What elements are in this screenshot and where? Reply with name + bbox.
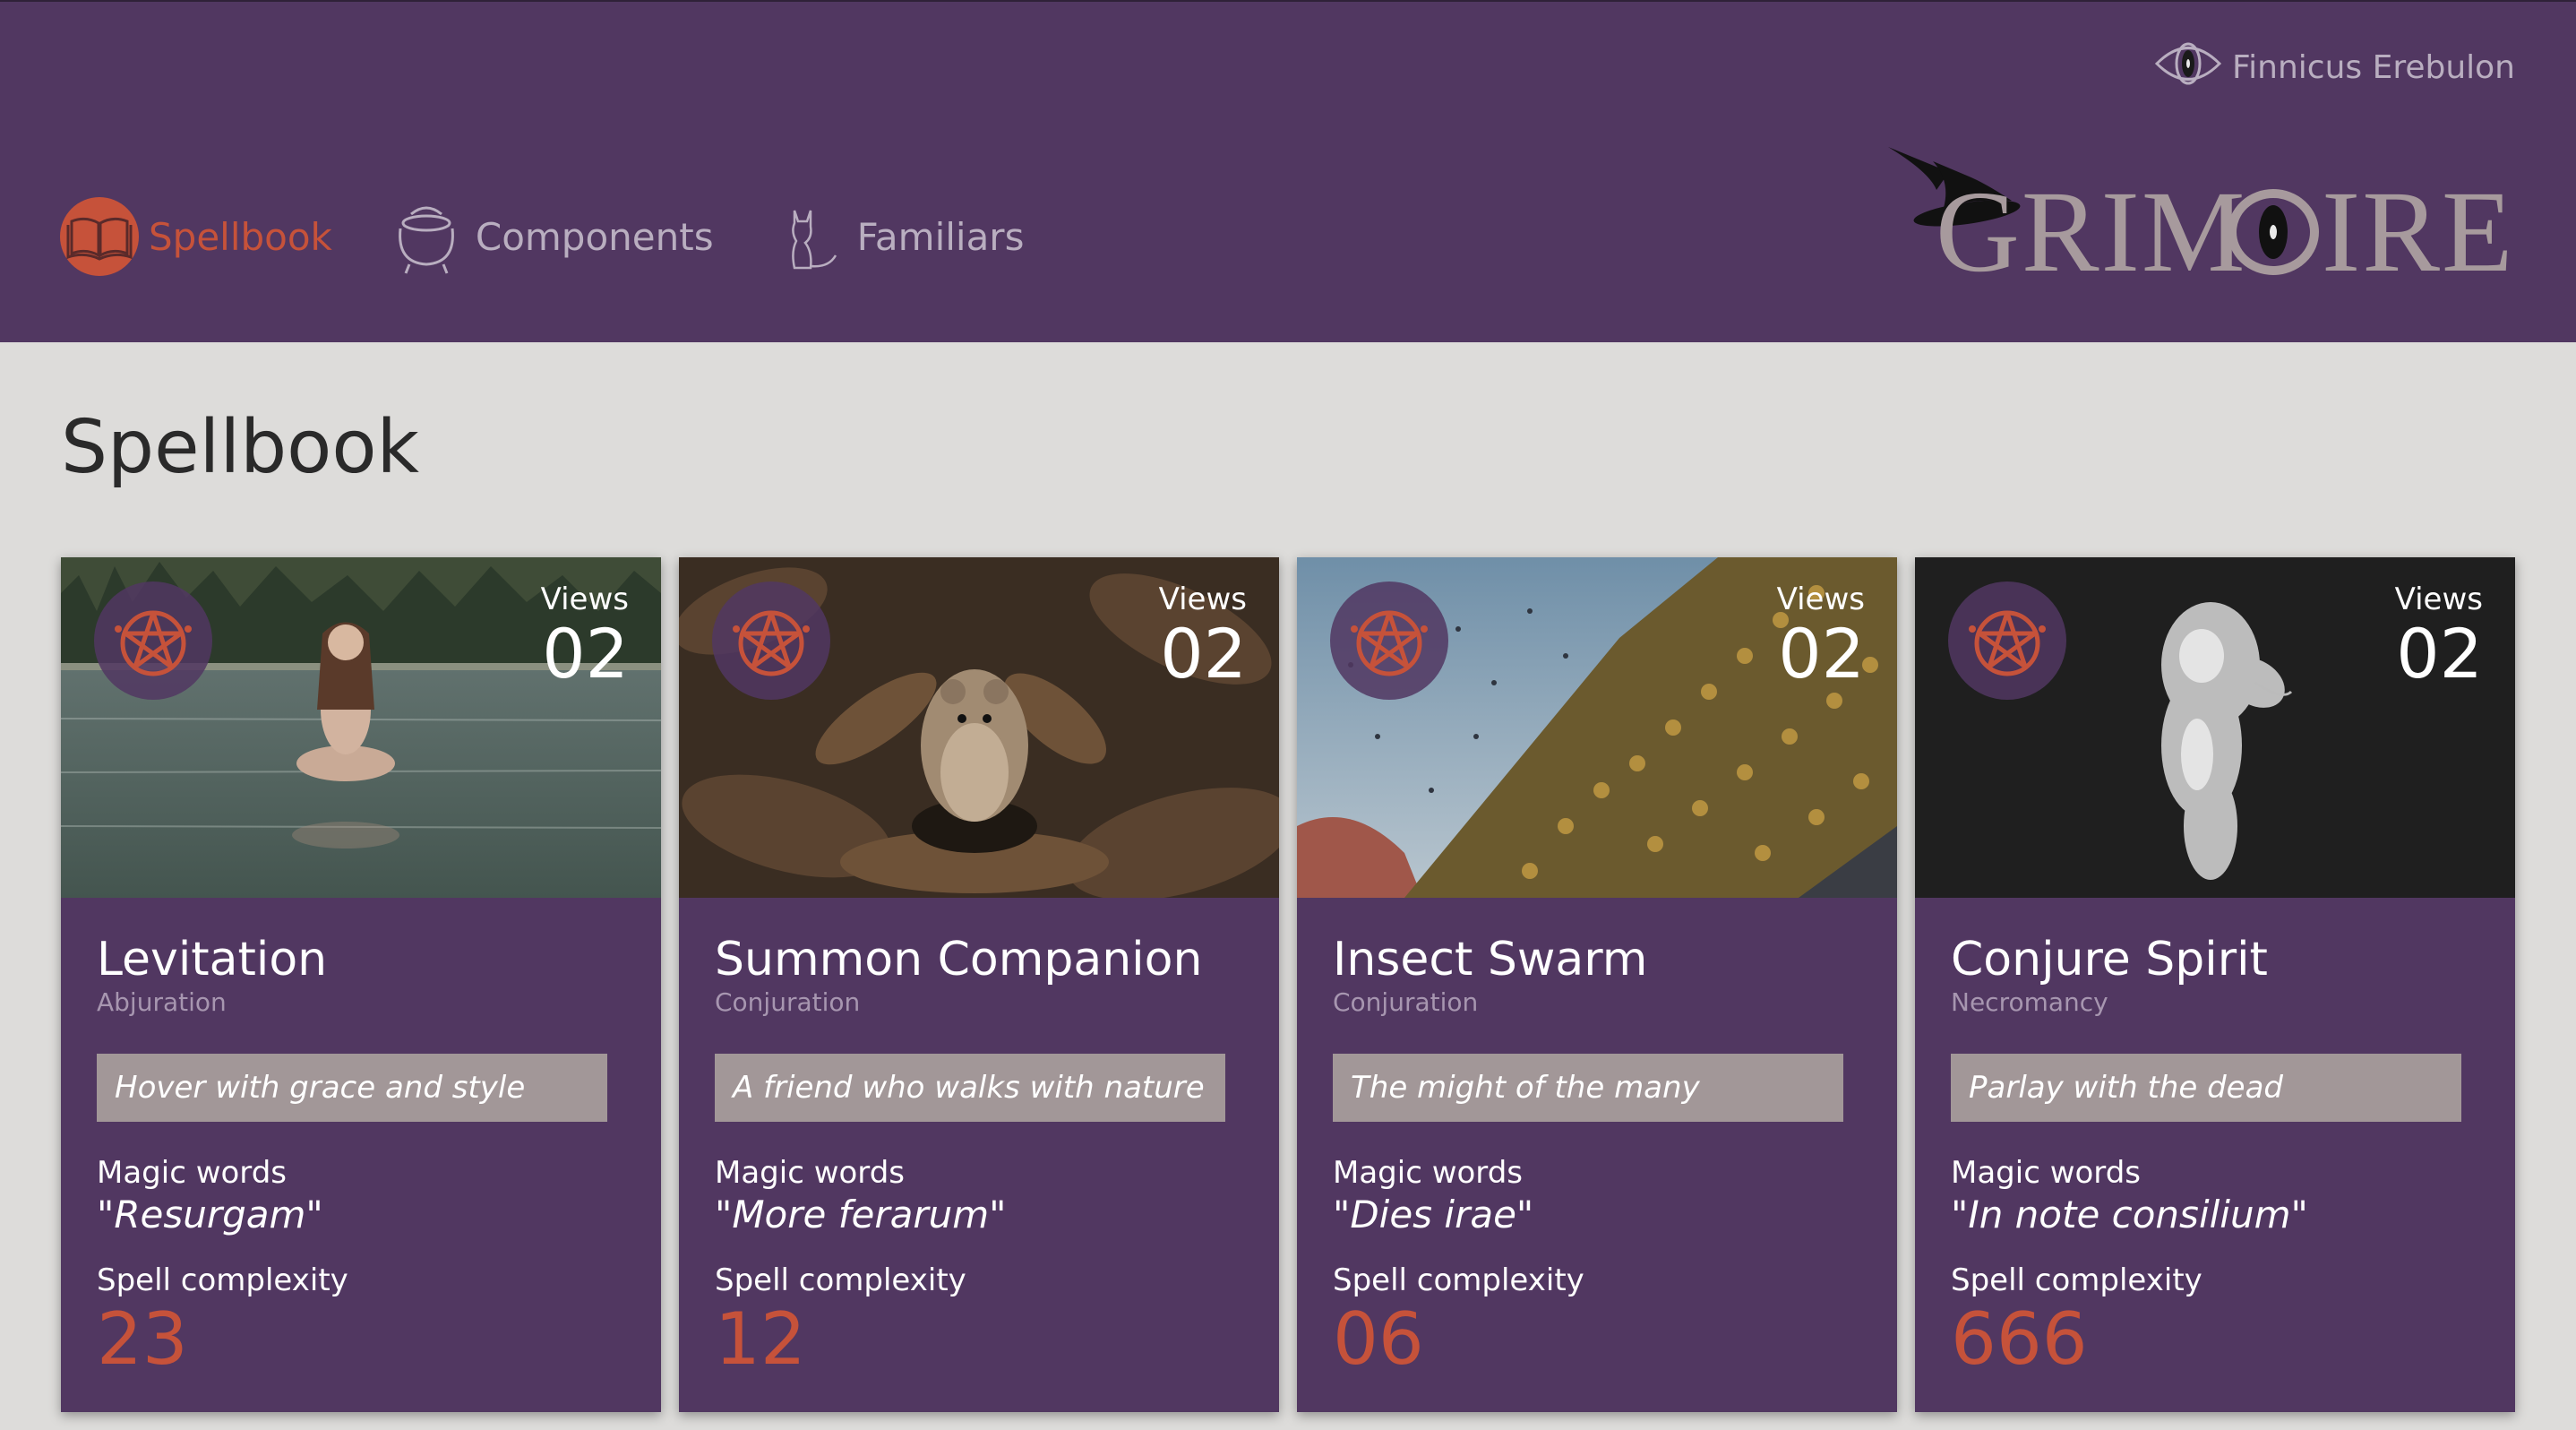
spell-school: Necromancy bbox=[1951, 987, 2108, 1017]
complexity-label: Spell complexity bbox=[97, 1262, 348, 1298]
spell-title: Insect Swarm bbox=[1333, 933, 1648, 986]
complexity-label: Spell complexity bbox=[1951, 1262, 2202, 1298]
complexity-value: 666 bbox=[1951, 1297, 2088, 1381]
views-counter: Views 02 bbox=[1777, 581, 1865, 690]
views-value: 02 bbox=[1778, 614, 1865, 693]
views-counter: Views 02 bbox=[541, 581, 629, 690]
views-value: 02 bbox=[1160, 614, 1247, 693]
views-label: Views bbox=[1776, 581, 1865, 617]
svg-text:IRE: IRE bbox=[2322, 168, 2513, 289]
complexity-value: 06 bbox=[1333, 1297, 1424, 1381]
views-counter: Views 02 bbox=[1159, 581, 1247, 690]
main-nav: Spellbook Components Familiars bbox=[59, 192, 1078, 281]
pentagram-icon bbox=[711, 581, 831, 701]
magic-words-value: "In note consilium" bbox=[1951, 1193, 2308, 1236]
card-image: Views 02 bbox=[1915, 557, 2515, 898]
spell-title: Levitation bbox=[97, 933, 328, 986]
magic-words-value: "Resurgam" bbox=[97, 1193, 323, 1236]
nav-item-familiars[interactable]: Familiars bbox=[768, 192, 1025, 281]
spell-title: Conjure Spirit bbox=[1951, 933, 2268, 986]
complexity-label: Spell complexity bbox=[1333, 1262, 1584, 1298]
app-header: Finnicus Erebulon Spellbook Components F… bbox=[0, 0, 2576, 342]
card-body: Conjure Spirit Necromancy Parlay with th… bbox=[1951, 932, 2479, 1380]
card-image: Views 02 bbox=[61, 557, 661, 898]
views-label: Views bbox=[2394, 581, 2483, 617]
user-name: Finnicus Erebulon bbox=[2232, 48, 2515, 86]
spell-tagline: The might of the many bbox=[1333, 1054, 1843, 1122]
views-label: Views bbox=[540, 581, 629, 617]
grimoire-logo[interactable]: GRIM IRE bbox=[1886, 136, 2513, 297]
spell-card[interactable]: Views 02 Levitation Abjuration Hover wit… bbox=[61, 557, 661, 1412]
spell-card[interactable]: Views 02 Insect Swarm Conjuration The mi… bbox=[1297, 557, 1897, 1412]
complexity-value: 12 bbox=[715, 1297, 806, 1381]
spell-tagline: Parlay with the dead bbox=[1951, 1054, 2461, 1122]
spell-card-grid: Views 02 Levitation Abjuration Hover wit… bbox=[61, 557, 2515, 1430]
pentagram-icon bbox=[93, 581, 213, 701]
spell-school: Abjuration bbox=[97, 987, 227, 1017]
card-body: Summon Companion Conjuration A friend wh… bbox=[715, 932, 1243, 1380]
views-value: 02 bbox=[542, 614, 629, 693]
complexity-label: Spell complexity bbox=[715, 1262, 966, 1298]
nav-item-components[interactable]: Components bbox=[386, 192, 714, 281]
spell-card[interactable]: Views 02 Summon Companion Conjuration A … bbox=[679, 557, 1279, 1412]
magic-words-label: Magic words bbox=[1333, 1155, 1523, 1191]
eye-icon bbox=[2153, 34, 2223, 101]
magic-words-label: Magic words bbox=[1951, 1155, 2141, 1191]
views-label: Views bbox=[1158, 581, 1247, 617]
magic-words-value: "More ferarum" bbox=[715, 1193, 1007, 1236]
spell-tagline: A friend who walks with nature bbox=[715, 1054, 1225, 1122]
nav-item-spellbook[interactable]: Spellbook bbox=[59, 192, 332, 281]
magic-words-label: Magic words bbox=[97, 1155, 287, 1191]
views-value: 02 bbox=[2396, 614, 2483, 693]
pentagram-icon bbox=[1947, 581, 2067, 701]
card-image: Views 02 bbox=[679, 557, 1279, 898]
pentagram-icon bbox=[1329, 581, 1449, 701]
card-image: Views 02 bbox=[1297, 557, 1897, 898]
cauldron-icon bbox=[386, 196, 467, 277]
spell-tagline: Hover with grace and style bbox=[97, 1054, 607, 1122]
card-body: Insect Swarm Conjuration The might of th… bbox=[1333, 932, 1861, 1380]
spell-card[interactable]: Views 02 Conjure Spirit Necromancy Parla… bbox=[1915, 557, 2515, 1412]
cat-icon bbox=[768, 196, 848, 277]
nav-label-spellbook: Spellbook bbox=[149, 214, 332, 259]
spellbook-icon bbox=[59, 196, 140, 277]
nav-label-familiars: Familiars bbox=[856, 214, 1025, 259]
card-body: Levitation Abjuration Hover with grace a… bbox=[97, 932, 625, 1380]
complexity-value: 23 bbox=[97, 1297, 188, 1381]
magic-words-label: Magic words bbox=[715, 1155, 905, 1191]
logo-text: GRIM bbox=[1936, 168, 2246, 289]
page-title: Spellbook bbox=[61, 405, 419, 490]
spell-school: Conjuration bbox=[1333, 987, 1479, 1017]
user-menu[interactable]: Finnicus Erebulon bbox=[2153, 38, 2515, 97]
spell-title: Summon Companion bbox=[715, 933, 1203, 986]
views-counter: Views 02 bbox=[2395, 581, 2483, 690]
magic-words-value: "Dies irae" bbox=[1333, 1193, 1534, 1236]
spell-school: Conjuration bbox=[715, 987, 861, 1017]
nav-label-components: Components bbox=[475, 214, 714, 259]
